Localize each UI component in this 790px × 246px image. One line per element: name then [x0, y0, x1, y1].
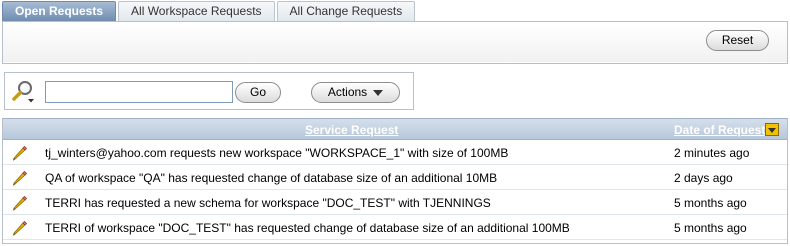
search-bar: Go Actions: [4, 72, 414, 110]
column-header-service-request[interactable]: Service Request: [305, 123, 398, 137]
request-date: 2 minutes ago: [674, 146, 750, 160]
request-date: 5 months ago: [674, 196, 747, 210]
pencil-icon[interactable]: [12, 145, 28, 161]
report-header: Service Request Date of Request: [3, 118, 787, 140]
request-text: QA of workspace "QA" has requested chang…: [45, 171, 498, 185]
reset-button[interactable]: Reset: [706, 30, 769, 51]
button-bar: Reset: [3, 22, 787, 62]
table-row: tj_winters@yahoo.com requests new worksp…: [3, 140, 787, 165]
column-header-date-of-request[interactable]: Date of Request: [674, 123, 765, 137]
requests-report: Service Request Date of Request tj_winte…: [2, 118, 788, 244]
go-button[interactable]: Go: [235, 82, 281, 103]
request-text: TERRI of workspace "DOC_TEST" has reques…: [45, 221, 570, 235]
pencil-icon[interactable]: [12, 170, 28, 186]
pencil-icon[interactable]: [12, 220, 28, 236]
table-row: TERRI has requested a new schema for wor…: [3, 190, 787, 215]
request-date: 2 days ago: [674, 171, 733, 185]
request-date: 5 months ago: [674, 221, 747, 235]
search-input[interactable]: [45, 81, 233, 103]
tab-all-workspace-requests[interactable]: All Workspace Requests: [118, 1, 275, 21]
magnifier-icon[interactable]: [10, 79, 36, 105]
table-row: QA of workspace "QA" has requested chang…: [3, 165, 787, 190]
sort-desc-icon[interactable]: [765, 123, 779, 136]
pencil-icon[interactable]: [12, 195, 28, 211]
tab-all-change-requests[interactable]: All Change Requests: [276, 1, 416, 21]
chevron-down-icon: [373, 89, 384, 96]
tab-open-requests[interactable]: Open Requests: [2, 1, 117, 21]
actions-label: Actions: [327, 85, 368, 99]
request-text: TERRI has requested a new schema for wor…: [45, 196, 491, 210]
button-region: Reset: [2, 21, 788, 64]
request-text: tj_winters@yahoo.com requests new worksp…: [45, 146, 509, 160]
actions-menu-button[interactable]: Actions: [311, 82, 400, 103]
tab-bar: Open Requests All Workspace Requests All…: [2, 1, 417, 21]
table-row: TERRI of workspace "DOC_TEST" has reques…: [3, 215, 787, 240]
